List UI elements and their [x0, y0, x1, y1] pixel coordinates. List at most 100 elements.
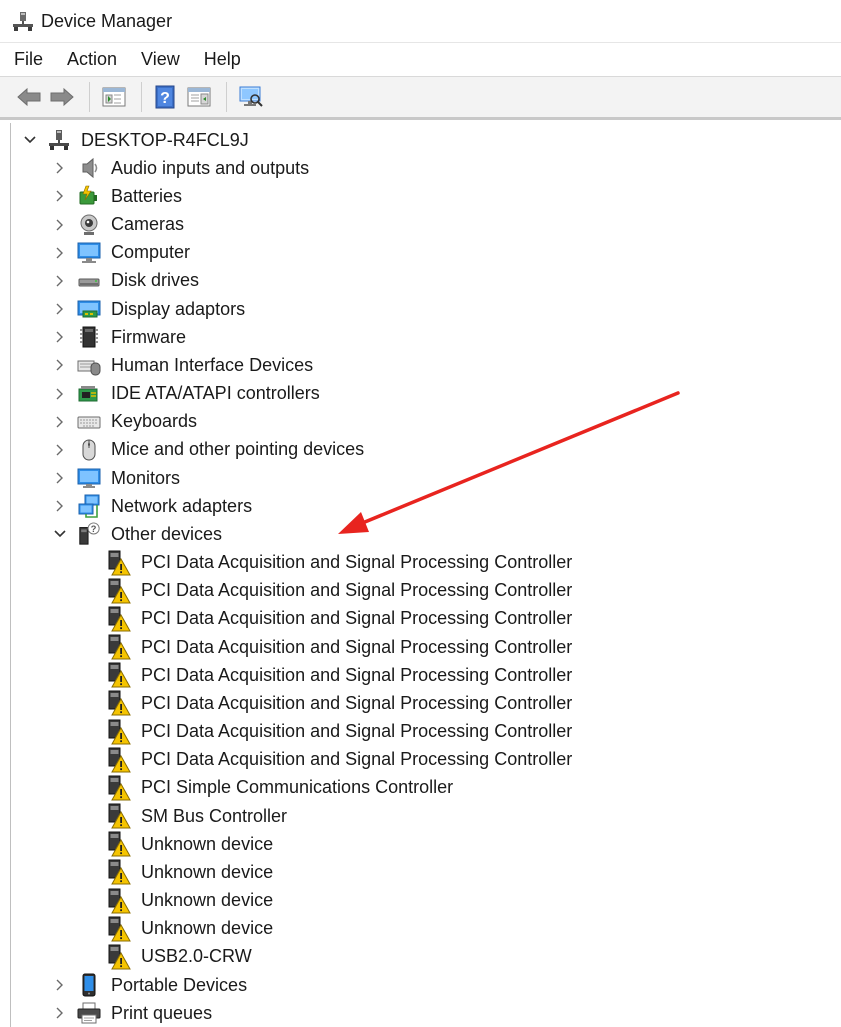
tree-item-label: PCI Data Acquisition and Signal Processi… [141, 580, 573, 601]
tree-item-label: PCI Data Acquisition and Signal Processi… [141, 721, 573, 742]
warning-device-icon [107, 550, 131, 576]
tree-item-label: IDE ATA/ATAPI controllers [111, 383, 320, 404]
show-hide-console-tree-button[interactable] [99, 82, 129, 112]
warning-device-icon [107, 719, 131, 745]
warning-device-icon [107, 888, 131, 914]
chevron-right-icon[interactable] [53, 978, 67, 992]
warning-device-icon [107, 831, 131, 857]
toolbar: ? [0, 76, 841, 120]
chevron-down-icon[interactable] [53, 527, 67, 541]
tree-item-label: Unknown device [141, 890, 274, 911]
tree-item-label: Print queues [111, 1002, 213, 1023]
chevron-right-icon[interactable] [53, 218, 67, 232]
tree-category-other-devices[interactable]: ? Other devices [53, 520, 222, 548]
keyboard-icon [77, 410, 101, 434]
tree-item-label: Unknown device [141, 918, 274, 939]
tree-device-item[interactable]: PCI Data Acquisition and Signal Processi… [107, 689, 572, 717]
chevron-right-icon[interactable] [53, 358, 67, 372]
tree-item-label: Disk drives [111, 270, 200, 291]
speaker-icon [77, 156, 101, 180]
tree-device-item[interactable]: PCI Data Acquisition and Signal Processi… [107, 661, 572, 689]
back-button[interactable] [14, 82, 44, 112]
help-icon: ? [154, 85, 178, 109]
svg-text:?: ? [160, 90, 170, 107]
tree-category-mice-and-other-pointing-devices[interactable]: Mice and other pointing devices [53, 436, 364, 464]
tree-device-item[interactable]: PCI Data Acquisition and Signal Processi… [107, 746, 572, 774]
chevron-right-icon[interactable] [53, 330, 67, 344]
tree-device-item[interactable]: Unknown device [107, 887, 273, 915]
tree-category-display-adaptors[interactable]: Display adaptors [53, 295, 245, 323]
menu-action[interactable]: Action [67, 49, 117, 70]
menu-bar: File Action View Help [0, 42, 841, 76]
properties-pane-button[interactable] [184, 82, 214, 112]
tree-category-audio-inputs-and-outputs[interactable]: Audio inputs and outputs [53, 154, 309, 182]
menu-view[interactable]: View [141, 49, 180, 70]
battery-icon [77, 184, 101, 208]
tree-category-human-interface-devices[interactable]: Human Interface Devices [53, 351, 313, 379]
help-button[interactable]: ? [151, 82, 181, 112]
tree-device-item[interactable]: PCI Data Acquisition and Signal Processi… [107, 549, 572, 577]
console-tree-icon [102, 86, 126, 108]
tree-device-item[interactable]: USB2.0-CRW [107, 943, 252, 971]
computer-icon [77, 241, 101, 265]
chevron-right-icon[interactable] [53, 302, 67, 316]
menu-help[interactable]: Help [204, 49, 241, 70]
camera-icon [77, 213, 101, 237]
tree-item-label: Monitors [111, 467, 181, 488]
window-title: Device Manager [41, 10, 173, 31]
tree-root-computer[interactable]: DESKTOP-R4FCL9J [23, 126, 249, 154]
chevron-right-icon[interactable] [53, 443, 67, 457]
tree-item-label: USB2.0-CRW [141, 946, 252, 967]
display-adapter-icon [77, 297, 101, 321]
tree-device-item[interactable]: PCI Data Acquisition and Signal Processi… [107, 633, 572, 661]
menu-file[interactable]: File [14, 49, 43, 70]
tree-item-label: DESKTOP-R4FCL9J [81, 129, 249, 150]
tree-item-label: Other devices [111, 523, 223, 544]
back-arrow-icon [16, 86, 42, 108]
tree-device-item[interactable]: Unknown device [107, 915, 273, 943]
tree-device-item[interactable]: PCI Data Acquisition and Signal Processi… [107, 605, 572, 633]
warning-device-icon [107, 606, 131, 632]
chevron-right-icon[interactable] [53, 499, 67, 513]
tree-item-label: Audio inputs and outputs [111, 157, 310, 178]
chevron-right-icon[interactable] [53, 161, 67, 175]
warning-device-icon [107, 803, 131, 829]
chevron-right-icon[interactable] [53, 1006, 67, 1020]
tree-category-ide-ata-atapi-controllers[interactable]: IDE ATA/ATAPI controllers [53, 380, 320, 408]
tree-device-item[interactable]: PCI Simple Communications Controller [107, 774, 453, 802]
tree-category-firmware[interactable]: Firmware [53, 323, 186, 351]
chevron-right-icon[interactable] [53, 274, 67, 288]
chevron-right-icon[interactable] [53, 387, 67, 401]
disk-drive-icon [77, 269, 101, 293]
tree-item-label: PCI Data Acquisition and Signal Processi… [141, 692, 573, 713]
device-tree[interactable]: DESKTOP-R4FCL9J Audio inputs and outputs B… [10, 123, 841, 1027]
chevron-right-icon[interactable] [53, 471, 67, 485]
chevron-right-icon[interactable] [53, 246, 67, 260]
tree-category-batteries[interactable]: Batteries [53, 182, 182, 210]
tree-device-item[interactable]: Unknown device [107, 830, 273, 858]
forward-button[interactable] [47, 82, 77, 112]
tree-device-item[interactable]: Unknown device [107, 858, 273, 886]
tree-category-network-adapters[interactable]: Network adapters [53, 492, 252, 520]
scan-hardware-button[interactable] [236, 82, 266, 112]
tree-device-item[interactable]: PCI Data Acquisition and Signal Processi… [107, 718, 572, 746]
tree-category-cameras[interactable]: Cameras [53, 211, 184, 239]
tree-category-disk-drives[interactable]: Disk drives [53, 267, 199, 295]
chevron-right-icon[interactable] [53, 415, 67, 429]
tree-device-item[interactable]: PCI Data Acquisition and Signal Processi… [107, 577, 572, 605]
warning-device-icon [107, 859, 131, 885]
monitor-icon [77, 466, 101, 490]
chevron-right-icon[interactable] [53, 189, 67, 203]
tree-category-portable-devices[interactable]: Portable Devices [53, 971, 247, 999]
tree-category-computer[interactable]: Computer [53, 239, 190, 267]
chevron-down-icon[interactable] [23, 133, 37, 147]
tree-category-print-queues[interactable]: Print queues [53, 999, 212, 1027]
warning-device-icon [107, 775, 131, 801]
unknown-device-icon: ? [77, 522, 101, 546]
tree-item-label: PCI Data Acquisition and Signal Processi… [141, 636, 573, 657]
tree-category-keyboards[interactable]: Keyboards [53, 408, 197, 436]
computer-tree-icon [47, 128, 71, 152]
tree-category-monitors[interactable]: Monitors [53, 464, 180, 492]
tree-device-item[interactable]: SM Bus Controller [107, 802, 287, 830]
tree-item-label: Unknown device [141, 861, 274, 882]
